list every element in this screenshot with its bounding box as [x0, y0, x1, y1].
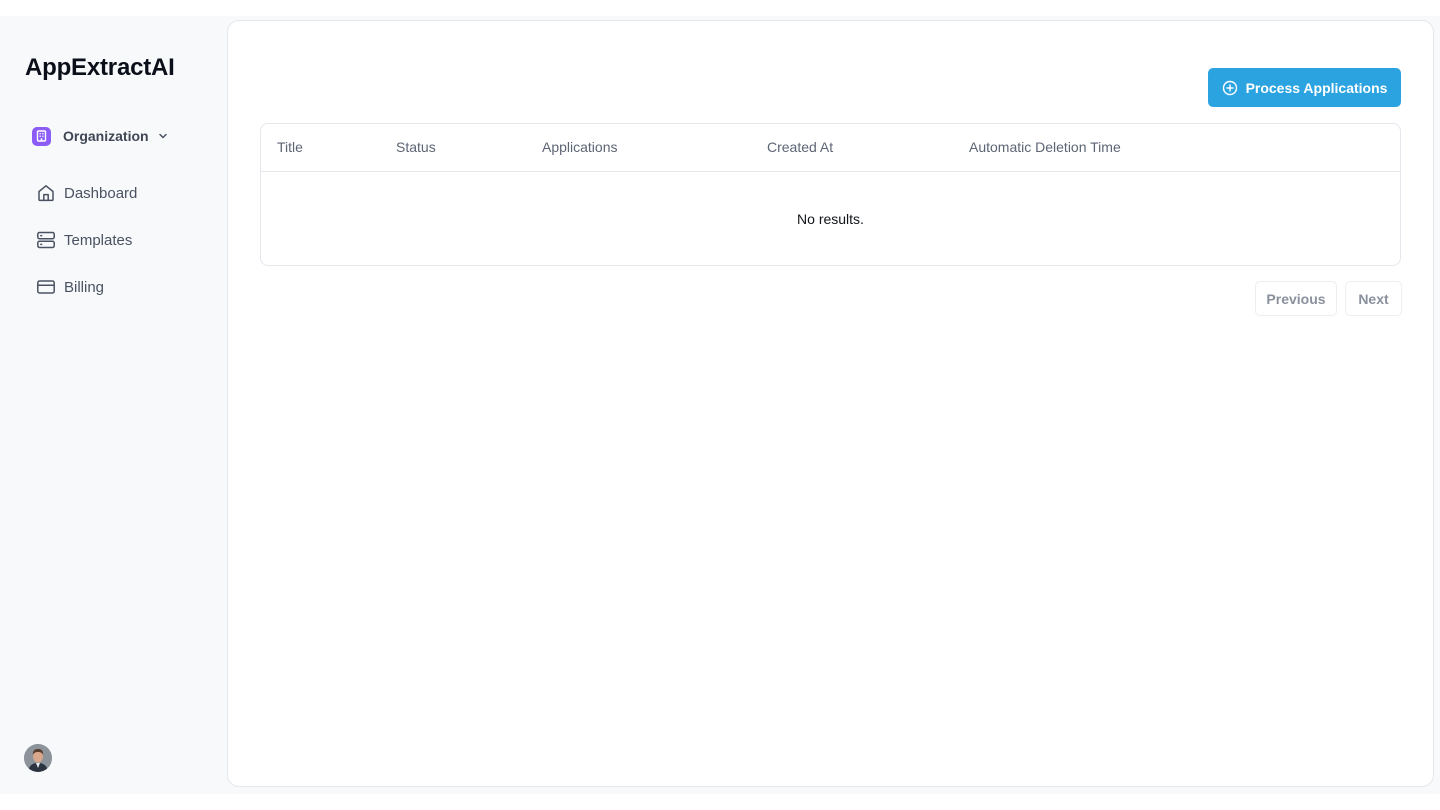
sidebar-nav: Dashboard Templates Billing — [36, 183, 137, 324]
main-panel: Process Applications Title Status Applic… — [227, 20, 1434, 787]
table-header: Title Status Applications Created At Aut… — [261, 124, 1400, 172]
column-header-status[interactable]: Status — [396, 139, 436, 155]
sidebar-item-label: Templates — [64, 231, 133, 249]
credit-card-icon — [36, 277, 56, 297]
server-icon — [36, 230, 56, 250]
user-avatar-icon — [24, 744, 52, 772]
chevron-down-icon — [157, 130, 169, 142]
previous-page-button[interactable]: Previous — [1255, 281, 1337, 316]
avatar[interactable] — [24, 744, 52, 772]
sidebar-item-billing[interactable]: Billing — [36, 277, 137, 297]
next-page-button[interactable]: Next — [1345, 281, 1402, 316]
column-header-created-at[interactable]: Created At — [767, 139, 833, 155]
column-header-applications[interactable]: Applications — [542, 139, 618, 155]
sidebar-item-label: Dashboard — [64, 184, 138, 202]
sidebar-item-label: Billing — [64, 278, 105, 296]
empty-state-message: No results. — [797, 210, 864, 227]
column-header-title[interactable]: Title — [277, 139, 303, 155]
building-icon — [36, 130, 47, 142]
sidebar: AppExtractAI Organization Dashboard Temp… — [0, 16, 226, 794]
sidebar-item-templates[interactable]: Templates — [36, 230, 137, 250]
plus-circle-icon — [1222, 80, 1238, 96]
app-title: AppExtractAI — [25, 54, 175, 81]
organization-label: Organization — [63, 128, 149, 144]
column-header-deletion-time[interactable]: Automatic Deletion Time — [969, 139, 1121, 155]
sidebar-item-dashboard[interactable]: Dashboard — [36, 183, 137, 203]
applications-table: Title Status Applications Created At Aut… — [260, 123, 1401, 266]
organization-switcher[interactable]: Organization — [32, 126, 169, 146]
process-applications-button[interactable]: Process Applications — [1208, 68, 1401, 107]
app-frame: AppExtractAI Organization Dashboard Temp… — [0, 16, 1440, 794]
home-icon — [36, 183, 56, 203]
process-applications-label: Process Applications — [1245, 79, 1388, 96]
organization-badge — [32, 126, 51, 146]
